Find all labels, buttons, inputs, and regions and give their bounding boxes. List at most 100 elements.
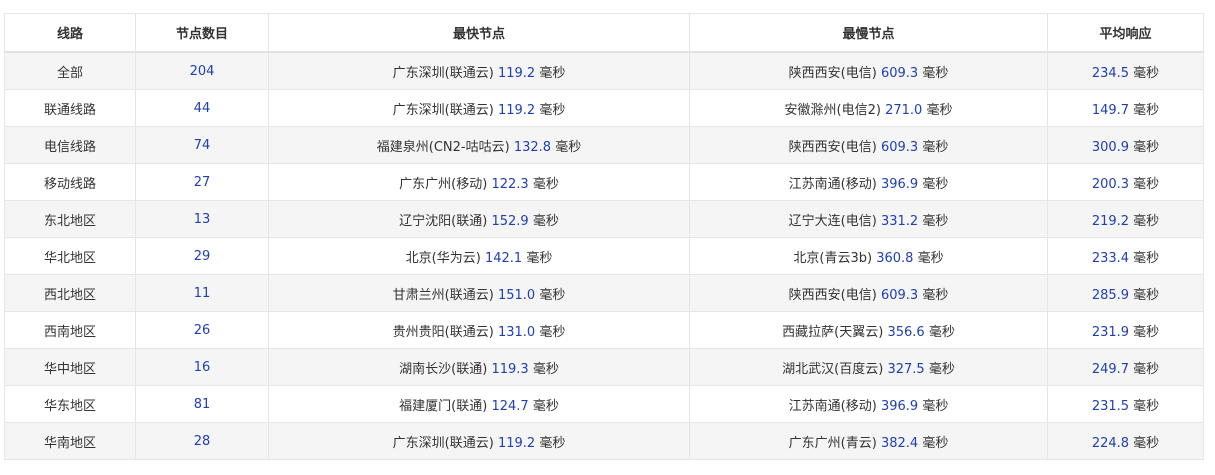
node-count-value: 16	[193, 359, 211, 375]
slowest-node-cell: 江苏南通(移动) 396.9 毫秒	[689, 163, 1048, 201]
fastest-node-latency: 122.3	[491, 176, 529, 192]
slowest-node-cell: 陕西西安(电信) 609.3 毫秒	[689, 126, 1048, 164]
slowest-node-latency: 271.0	[885, 102, 923, 118]
slowest-node-cell: 北京(青云3b) 360.8 毫秒	[689, 237, 1048, 275]
header-fastest-node: 最快节点	[268, 13, 690, 53]
route-cell: 华南地区	[4, 422, 136, 460]
fastest-node-name: 辽宁沈阳(联通)	[399, 213, 488, 229]
node-count-cell: 28	[135, 422, 269, 460]
slowest-node-name: 陕西西安(电信)	[788, 65, 877, 81]
slowest-node-cell: 广东广州(青云) 382.4 毫秒	[689, 422, 1048, 460]
average-response-unit: 毫秒	[1133, 102, 1160, 118]
fastest-node-cell: 福建厦门(联通) 124.7 毫秒	[268, 385, 690, 423]
average-response-cell: 219.2 毫秒	[1047, 200, 1204, 238]
fastest-node-unit: 毫秒	[539, 435, 566, 451]
node-count-value: 26	[193, 322, 211, 338]
average-response-value: 231.5	[1091, 398, 1130, 414]
header-row: 线路 节点数目 最快节点 最慢节点 平均响应	[4, 13, 1204, 53]
node-count-cell: 27	[135, 163, 269, 201]
average-response-cell: 231.5 毫秒	[1047, 385, 1204, 423]
fastest-node-cell: 广东深圳(联通云) 119.2 毫秒	[268, 89, 690, 127]
slowest-node-unit: 毫秒	[922, 176, 949, 192]
average-response-cell: 200.3 毫秒	[1047, 163, 1204, 201]
slowest-node-name: 北京(青云3b)	[793, 250, 873, 266]
fastest-node-name: 广东深圳(联通云)	[392, 435, 494, 451]
fastest-node-latency: 119.2	[497, 435, 536, 451]
node-count-cell: 29	[135, 237, 269, 275]
header-average-response: 平均响应	[1047, 13, 1204, 53]
node-count-value: 29	[193, 248, 211, 264]
table-row: 西南地区 26 贵州贵阳(联通云) 131.0 毫秒 西藏拉萨(天翼云) 356.6 …	[4, 311, 1204, 349]
node-count-value: 74	[193, 137, 211, 153]
slowest-node-latency: 360.8	[876, 250, 914, 266]
average-response-value: 300.9	[1091, 139, 1130, 155]
slowest-node-latency: 609.3	[880, 65, 919, 81]
fastest-node-latency: 119.2	[497, 65, 536, 81]
route-cell: 移动线路	[4, 163, 136, 201]
slowest-node-cell: 湖北武汉(百度云) 327.5 毫秒	[689, 348, 1048, 386]
slowest-node-latency: 396.9	[880, 398, 919, 414]
table-row: 华中地区 16 湖南长沙(联通) 119.3 毫秒 湖北武汉(百度云) 327.5 毫…	[4, 348, 1204, 386]
slowest-node-name: 安徽滁州(电信2)	[784, 102, 881, 118]
slowest-node-cell: 安徽滁州(电信2) 271.0 毫秒	[689, 89, 1048, 127]
node-count-cell: 81	[135, 385, 269, 423]
average-response-cell: 233.4 毫秒	[1047, 237, 1204, 275]
average-response-cell: 231.9 毫秒	[1047, 311, 1204, 349]
slowest-node-unit: 毫秒	[917, 250, 944, 266]
node-count-cell: 44	[135, 89, 269, 127]
fastest-node-name: 福建泉州(CN2-咕咕云)	[376, 139, 510, 155]
slowest-node-unit: 毫秒	[922, 287, 949, 303]
slowest-node-name: 陕西西安(电信)	[788, 287, 877, 303]
fastest-node-name: 广东深圳(联通云)	[392, 65, 494, 81]
node-count-cell: 204	[135, 51, 269, 90]
average-response-unit: 毫秒	[1133, 287, 1160, 303]
fastest-node-latency: 132.8	[513, 139, 552, 155]
slowest-node-unit: 毫秒	[922, 398, 949, 414]
fastest-node-latency: 124.7	[491, 398, 529, 414]
route-cell: 华东地区	[4, 385, 136, 423]
slowest-node-name: 陕西西安(电信)	[788, 139, 877, 155]
fastest-node-unit: 毫秒	[555, 139, 582, 155]
node-count-cell: 16	[135, 348, 269, 386]
table-header: 线路 节点数目 最快节点 最慢节点 平均响应	[4, 13, 1204, 53]
fastest-node-unit: 毫秒	[532, 361, 559, 377]
fastest-node-latency: 142.1	[484, 250, 523, 266]
fastest-node-name: 甘肃兰州(联通云)	[392, 287, 494, 303]
slowest-node-name: 辽宁大连(电信)	[788, 213, 877, 229]
route-cell: 华中地区	[4, 348, 136, 386]
slowest-node-unit: 毫秒	[928, 361, 955, 377]
node-count-value: 44	[193, 100, 211, 116]
header-route: 线路	[4, 13, 136, 53]
fastest-node-unit: 毫秒	[539, 102, 566, 118]
slowest-node-latency: 382.4	[880, 435, 919, 451]
fastest-node-cell: 福建泉州(CN2-咕咕云) 132.8 毫秒	[268, 126, 690, 164]
route-cell: 全部	[4, 51, 136, 90]
node-count-cell: 11	[135, 274, 269, 312]
slowest-node-unit: 毫秒	[922, 213, 949, 229]
route-cell: 联通线路	[4, 89, 136, 127]
average-response-unit: 毫秒	[1133, 65, 1160, 81]
fastest-node-name: 湖南长沙(联通)	[399, 361, 488, 377]
fastest-node-latency: 151.0	[497, 287, 536, 303]
table-row: 华东地区 81 福建厦门(联通) 124.7 毫秒 江苏南通(移动) 396.9 毫秒…	[4, 385, 1204, 423]
average-response-cell: 234.5 毫秒	[1047, 51, 1204, 90]
route-cell: 西南地区	[4, 311, 136, 349]
average-response-value: 219.2	[1091, 213, 1130, 229]
fastest-node-unit: 毫秒	[539, 65, 566, 81]
slowest-node-unit: 毫秒	[922, 435, 949, 451]
slowest-node-cell: 陕西西安(电信) 609.3 毫秒	[689, 274, 1048, 312]
table-row: 联通线路 44 广东深圳(联通云) 119.2 毫秒 安徽滁州(电信2) 271.0 …	[4, 89, 1204, 127]
fastest-node-unit: 毫秒	[532, 398, 559, 414]
node-count-value: 81	[193, 396, 211, 412]
slowest-node-name: 西藏拉萨(天翼云)	[782, 324, 884, 340]
average-response-value: 285.9	[1091, 287, 1130, 303]
average-response-unit: 毫秒	[1133, 139, 1160, 155]
fastest-node-name: 广东广州(移动)	[399, 176, 488, 192]
fastest-node-latency: 131.0	[497, 324, 536, 340]
fastest-node-unit: 毫秒	[539, 287, 566, 303]
slowest-node-cell: 江苏南通(移动) 396.9 毫秒	[689, 385, 1048, 423]
fastest-node-name: 广东深圳(联通云)	[392, 102, 494, 118]
node-count-value: 204	[189, 63, 215, 79]
average-response-unit: 毫秒	[1133, 361, 1160, 377]
slowest-node-latency: 327.5	[887, 361, 925, 377]
